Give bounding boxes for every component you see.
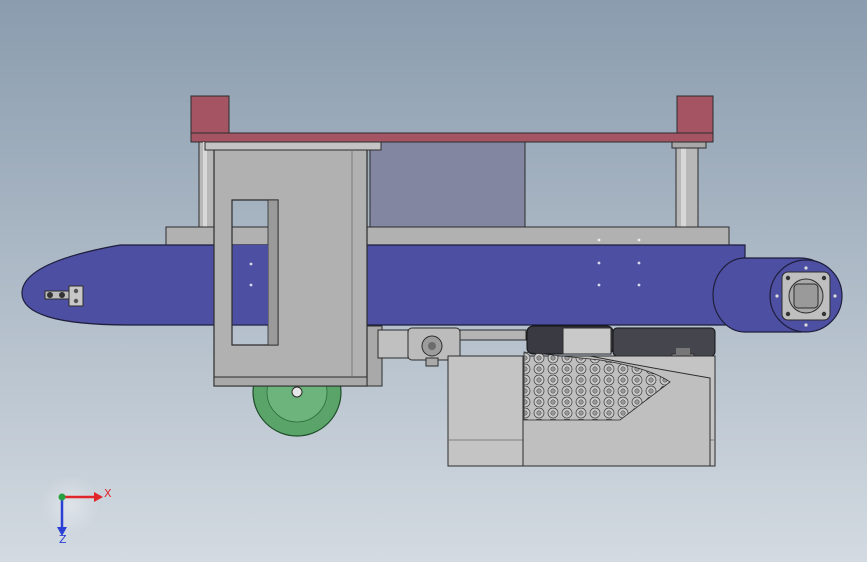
- coordinate-triad: X Z: [40, 475, 112, 546]
- x-axis-label: X: [104, 487, 112, 500]
- y-axis-dot: [58, 493, 66, 501]
- triad-shade: [40, 475, 100, 535]
- z-axis-label: Z: [59, 533, 67, 546]
- cad-viewport[interactable]: X Z: [0, 0, 867, 562]
